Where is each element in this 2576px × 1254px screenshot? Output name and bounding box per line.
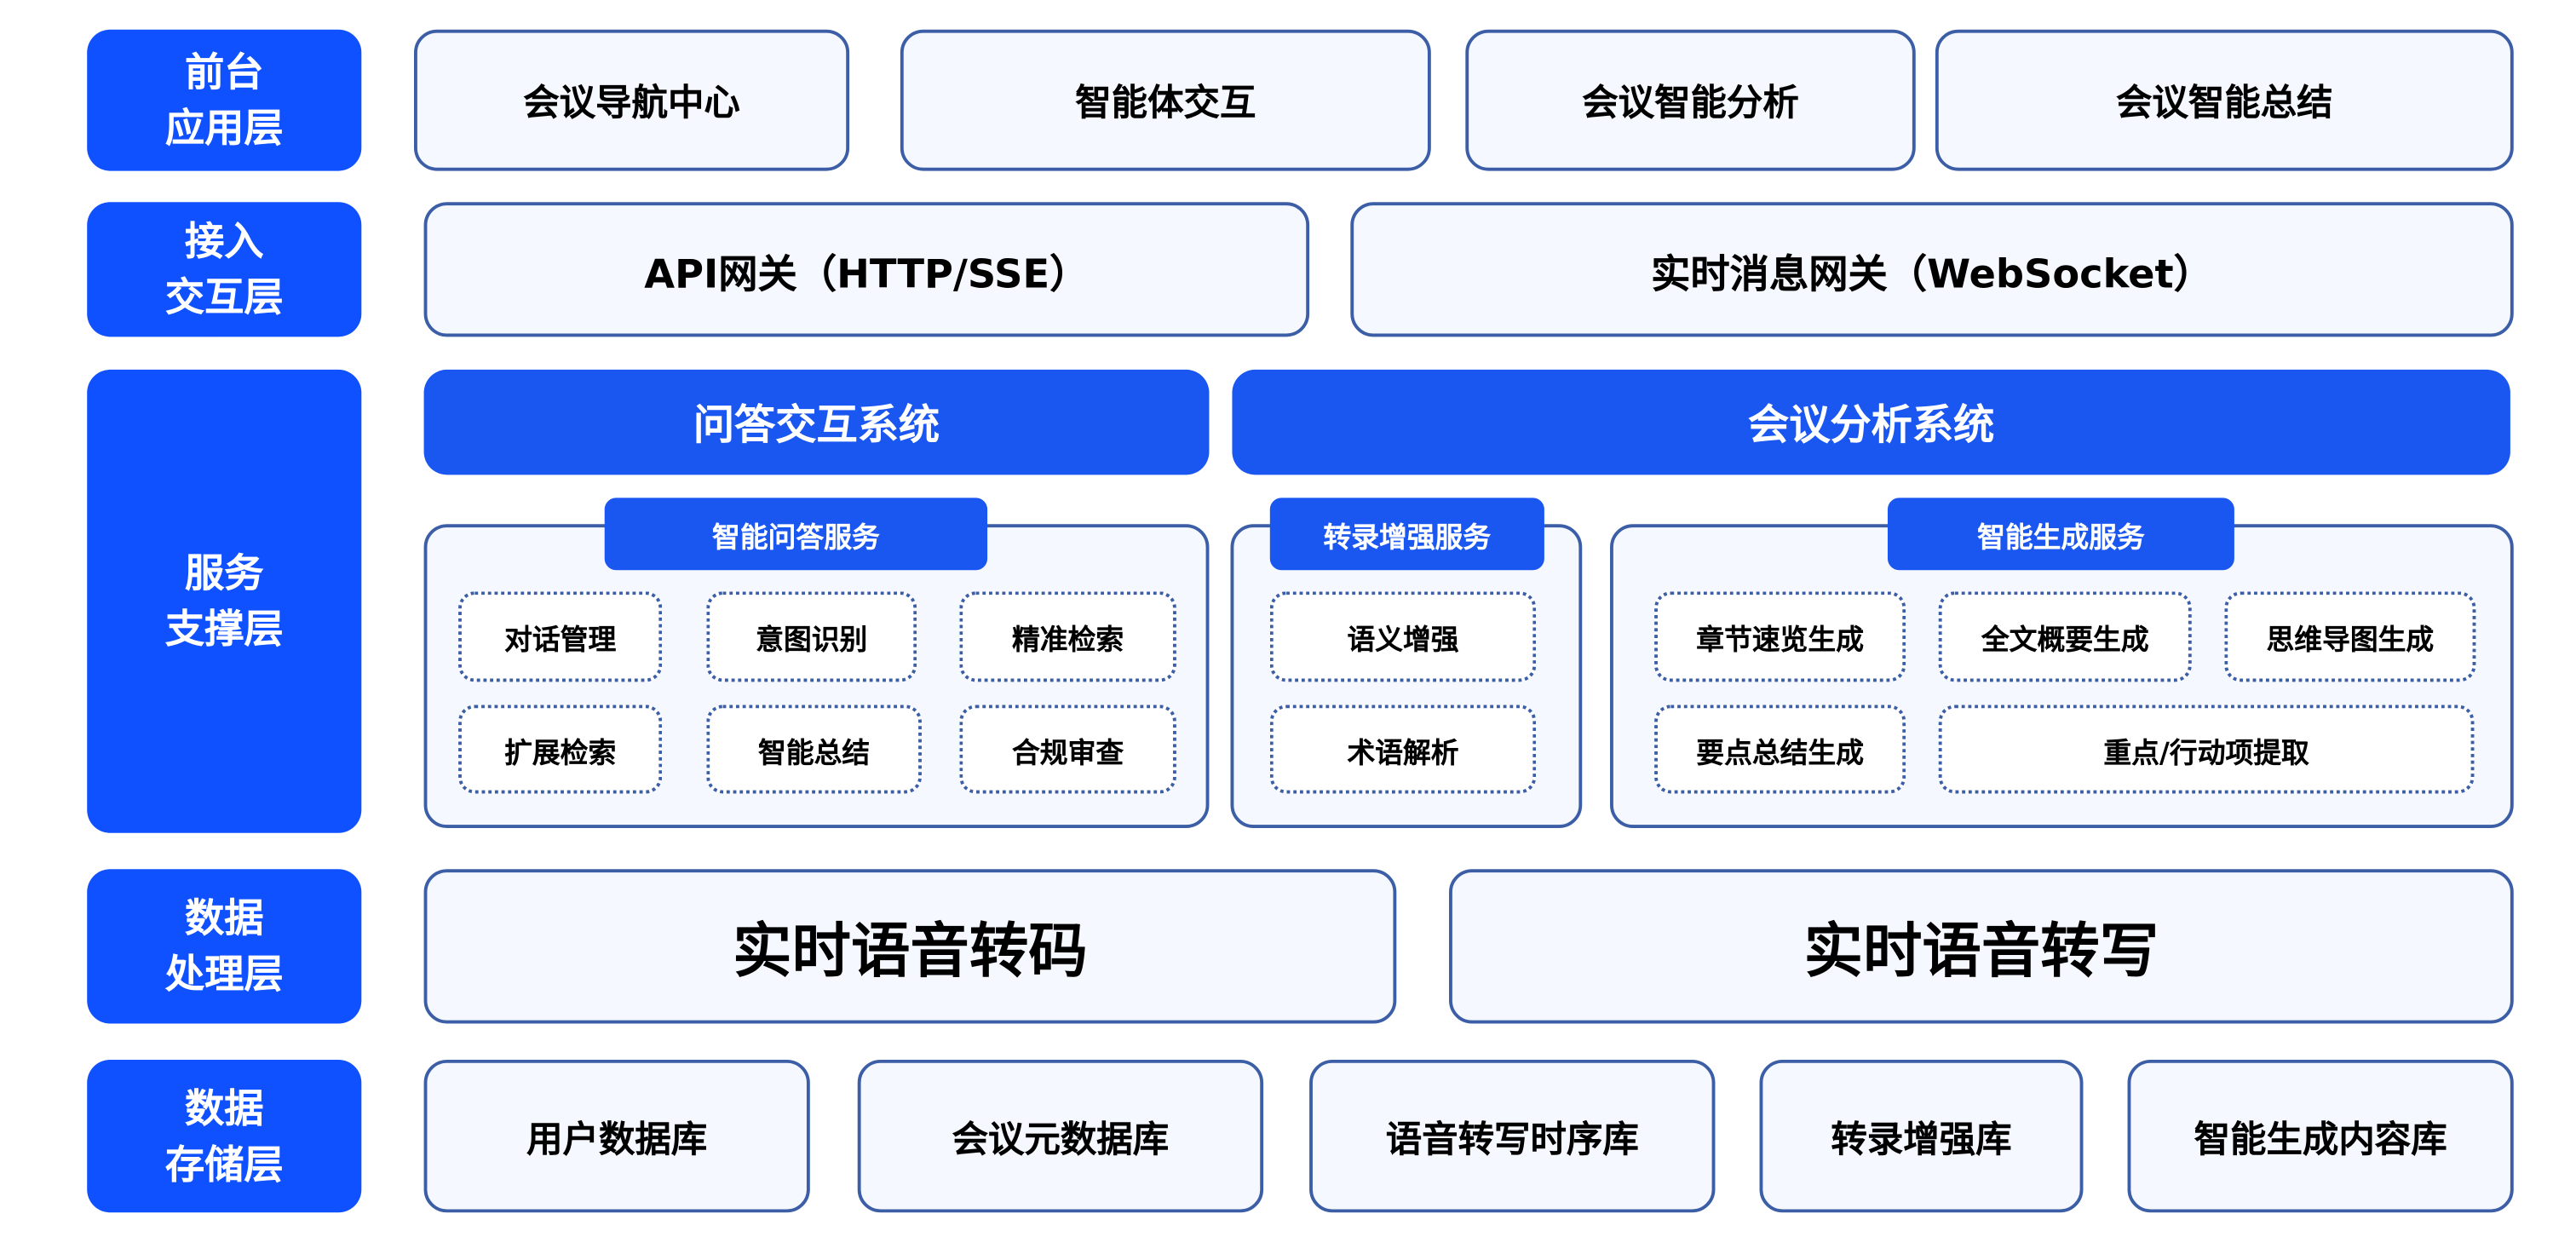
service-item: 术语解析	[1269, 705, 1537, 794]
service-item: 章节速览生成	[1654, 591, 1906, 682]
frontend-module: 智能体交互	[900, 29, 1431, 171]
service-item: 语义增强	[1269, 591, 1537, 682]
qa-service-title: 智能问答服务	[604, 498, 988, 571]
layer-label-line: 数据	[184, 1084, 264, 1131]
layer-label-access: 接入 交互层	[87, 202, 362, 337]
layer-label-line: 支撑层	[164, 606, 284, 653]
layer-label-line: 交互层	[164, 274, 284, 321]
architecture-diagram: 前台 应用层 接入 交互层 服务 支撑层 数据 处理层 数据 存储层 会议导航中心 智能体…	[0, 0, 2576, 1254]
service-item: 合规审查	[959, 705, 1176, 794]
service-item: 思维导图生成	[2224, 591, 2476, 682]
service-item: 重点/行动项提取	[1938, 705, 2475, 794]
realtime-message-gateway: 实时消息网关（WebSocket）	[1350, 202, 2514, 337]
layer-label-service: 服务 支撑层	[87, 369, 362, 833]
service-item: 要点总结生成	[1654, 705, 1906, 794]
storage-db: 用户数据库	[423, 1059, 810, 1213]
layer-label-line: 服务	[184, 550, 264, 597]
service-item: 扩展检索	[458, 705, 663, 794]
service-item: 对话管理	[458, 591, 663, 682]
layer-label-frontend: 前台 应用层	[87, 29, 362, 171]
qa-system-header: 问答交互系统	[423, 369, 1210, 475]
realtime-transcription: 实时语音转写	[1449, 869, 2514, 1024]
frontend-module: 会议智能总结	[1935, 29, 2514, 171]
layer-label-line: 接入	[184, 218, 264, 265]
service-item: 全文概要生成	[1938, 591, 2192, 682]
layer-label-line: 处理层	[164, 951, 284, 998]
meeting-analysis-system-header: 会议分析系统	[1232, 369, 2510, 475]
api-gateway: API网关（HTTP/SSE）	[423, 202, 1310, 337]
service-item: 精准检索	[959, 591, 1176, 682]
frontend-module: 会议智能分析	[1465, 29, 1916, 171]
layer-label-line: 存储层	[164, 1141, 284, 1188]
storage-db: 语音转写时序库	[1309, 1059, 1716, 1213]
frontend-module: 会议导航中心	[414, 29, 850, 171]
storage-db: 智能生成内容库	[2127, 1059, 2514, 1213]
layer-label-line: 前台	[184, 49, 264, 95]
layer-label-processing: 数据 处理层	[87, 869, 362, 1024]
realtime-transcoding: 实时语音转码	[423, 869, 1397, 1024]
transcript-service-title: 转录增强服务	[1269, 498, 1544, 571]
layer-label-line: 数据	[184, 895, 264, 942]
service-item: 意图识别	[706, 591, 917, 682]
storage-db: 会议元数据库	[857, 1059, 1264, 1213]
service-item: 智能总结	[706, 705, 922, 794]
layer-label-line: 应用层	[164, 105, 284, 152]
storage-db: 转录增强库	[1759, 1059, 2084, 1213]
generation-service-title: 智能生成服务	[1887, 498, 2234, 571]
layer-label-storage: 数据 存储层	[87, 1059, 362, 1213]
